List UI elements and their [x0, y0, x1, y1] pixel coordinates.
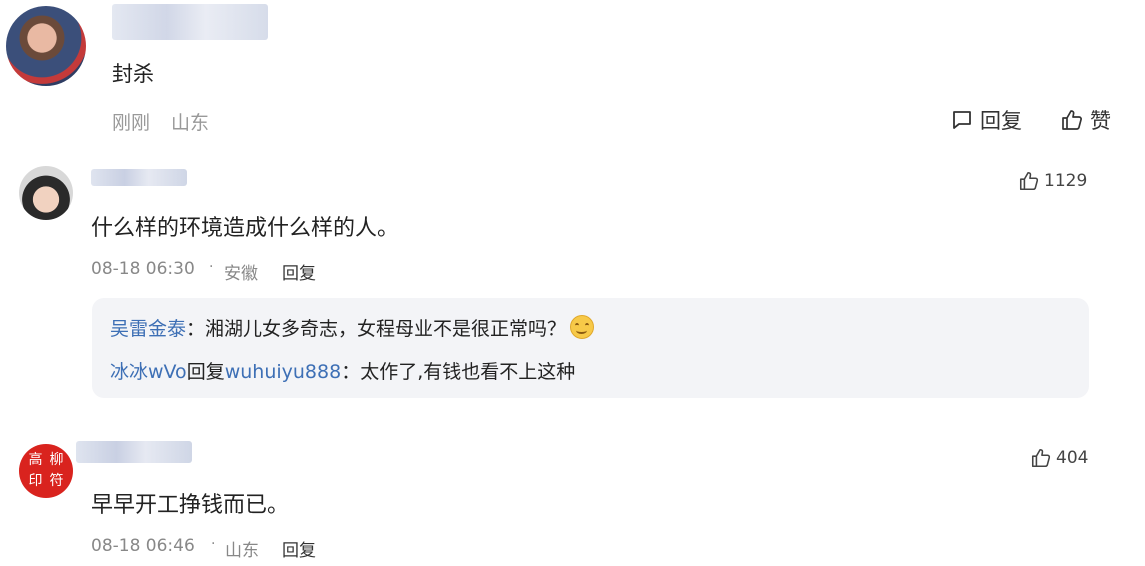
like-count: 1129 — [1044, 171, 1088, 191]
like-button[interactable]: 赞 — [1060, 105, 1111, 135]
reply-target-username[interactable]: wuhuiyu888 — [225, 361, 342, 383]
like-button[interactable]: 404 — [1030, 447, 1088, 469]
username-blurred — [76, 441, 192, 463]
like-label: 赞 — [1090, 109, 1111, 133]
like-count: 404 — [1056, 448, 1089, 468]
comment-icon — [953, 111, 971, 129]
thumbs-up-icon — [1031, 448, 1051, 468]
reply-row: 冰冰wVo回复wuhuiyu888：太作了,有钱也看不上这种 — [110, 357, 575, 384]
avatar[interactable] — [19, 166, 73, 220]
comment-text: 什么样的环境造成什么样的人。 — [91, 216, 400, 241]
comment-location: 安徽 — [224, 264, 258, 284]
thumbs-up-icon — [1062, 110, 1082, 130]
meta-separator: · — [209, 259, 214, 275]
reply-username[interactable]: 吴雷金泰 — [110, 318, 186, 340]
reply-button[interactable]: 回复 — [950, 105, 1022, 135]
thumbs-up-icon — [1019, 171, 1039, 191]
reply-colon: ： — [341, 361, 361, 383]
username-blurred — [112, 4, 268, 40]
reply-button[interactable]: 回复 — [282, 536, 316, 561]
comment-location: 山东 — [171, 112, 210, 134]
comment-location: 山东 — [225, 541, 259, 561]
avatar[interactable]: 高柳印符 — [19, 444, 73, 498]
comment-text: 封杀 — [112, 62, 154, 86]
comment-text: 早早开工挣钱而已。 — [91, 493, 290, 518]
avatar[interactable] — [6, 6, 86, 86]
reply-row: 吴雷金泰：湘湖儿女多奇志，女程母业不是很正常吗？ — [110, 314, 595, 341]
username-blurred — [91, 169, 187, 186]
reply-text: 湘湖儿女多奇志，女程母业不是很正常吗？ — [205, 318, 567, 340]
like-button[interactable]: 1129 — [1018, 170, 1087, 192]
comment-time: 刚刚 — [112, 112, 151, 134]
seal-logo: 高柳印符 — [28, 452, 64, 489]
reply-text: 太作了,有钱也看不上这种 — [360, 361, 576, 383]
reply-colon: ： — [186, 318, 206, 340]
reply-word: 回复 — [186, 361, 225, 383]
comment-time: 08-18 06:46 — [91, 536, 195, 556]
smile-emoji-icon — [570, 315, 595, 339]
comment-time: 08-18 06:30 — [91, 259, 195, 279]
reply-username[interactable]: 冰冰wVo — [110, 361, 187, 383]
replies-box: 吴雷金泰：湘湖儿女多奇志，女程母业不是很正常吗？ 冰冰wVo回复wuhuiyu8… — [92, 298, 1089, 398]
meta-separator: · — [211, 536, 216, 552]
reply-label: 回复 — [980, 109, 1022, 133]
reply-button[interactable]: 回复 — [282, 259, 316, 284]
